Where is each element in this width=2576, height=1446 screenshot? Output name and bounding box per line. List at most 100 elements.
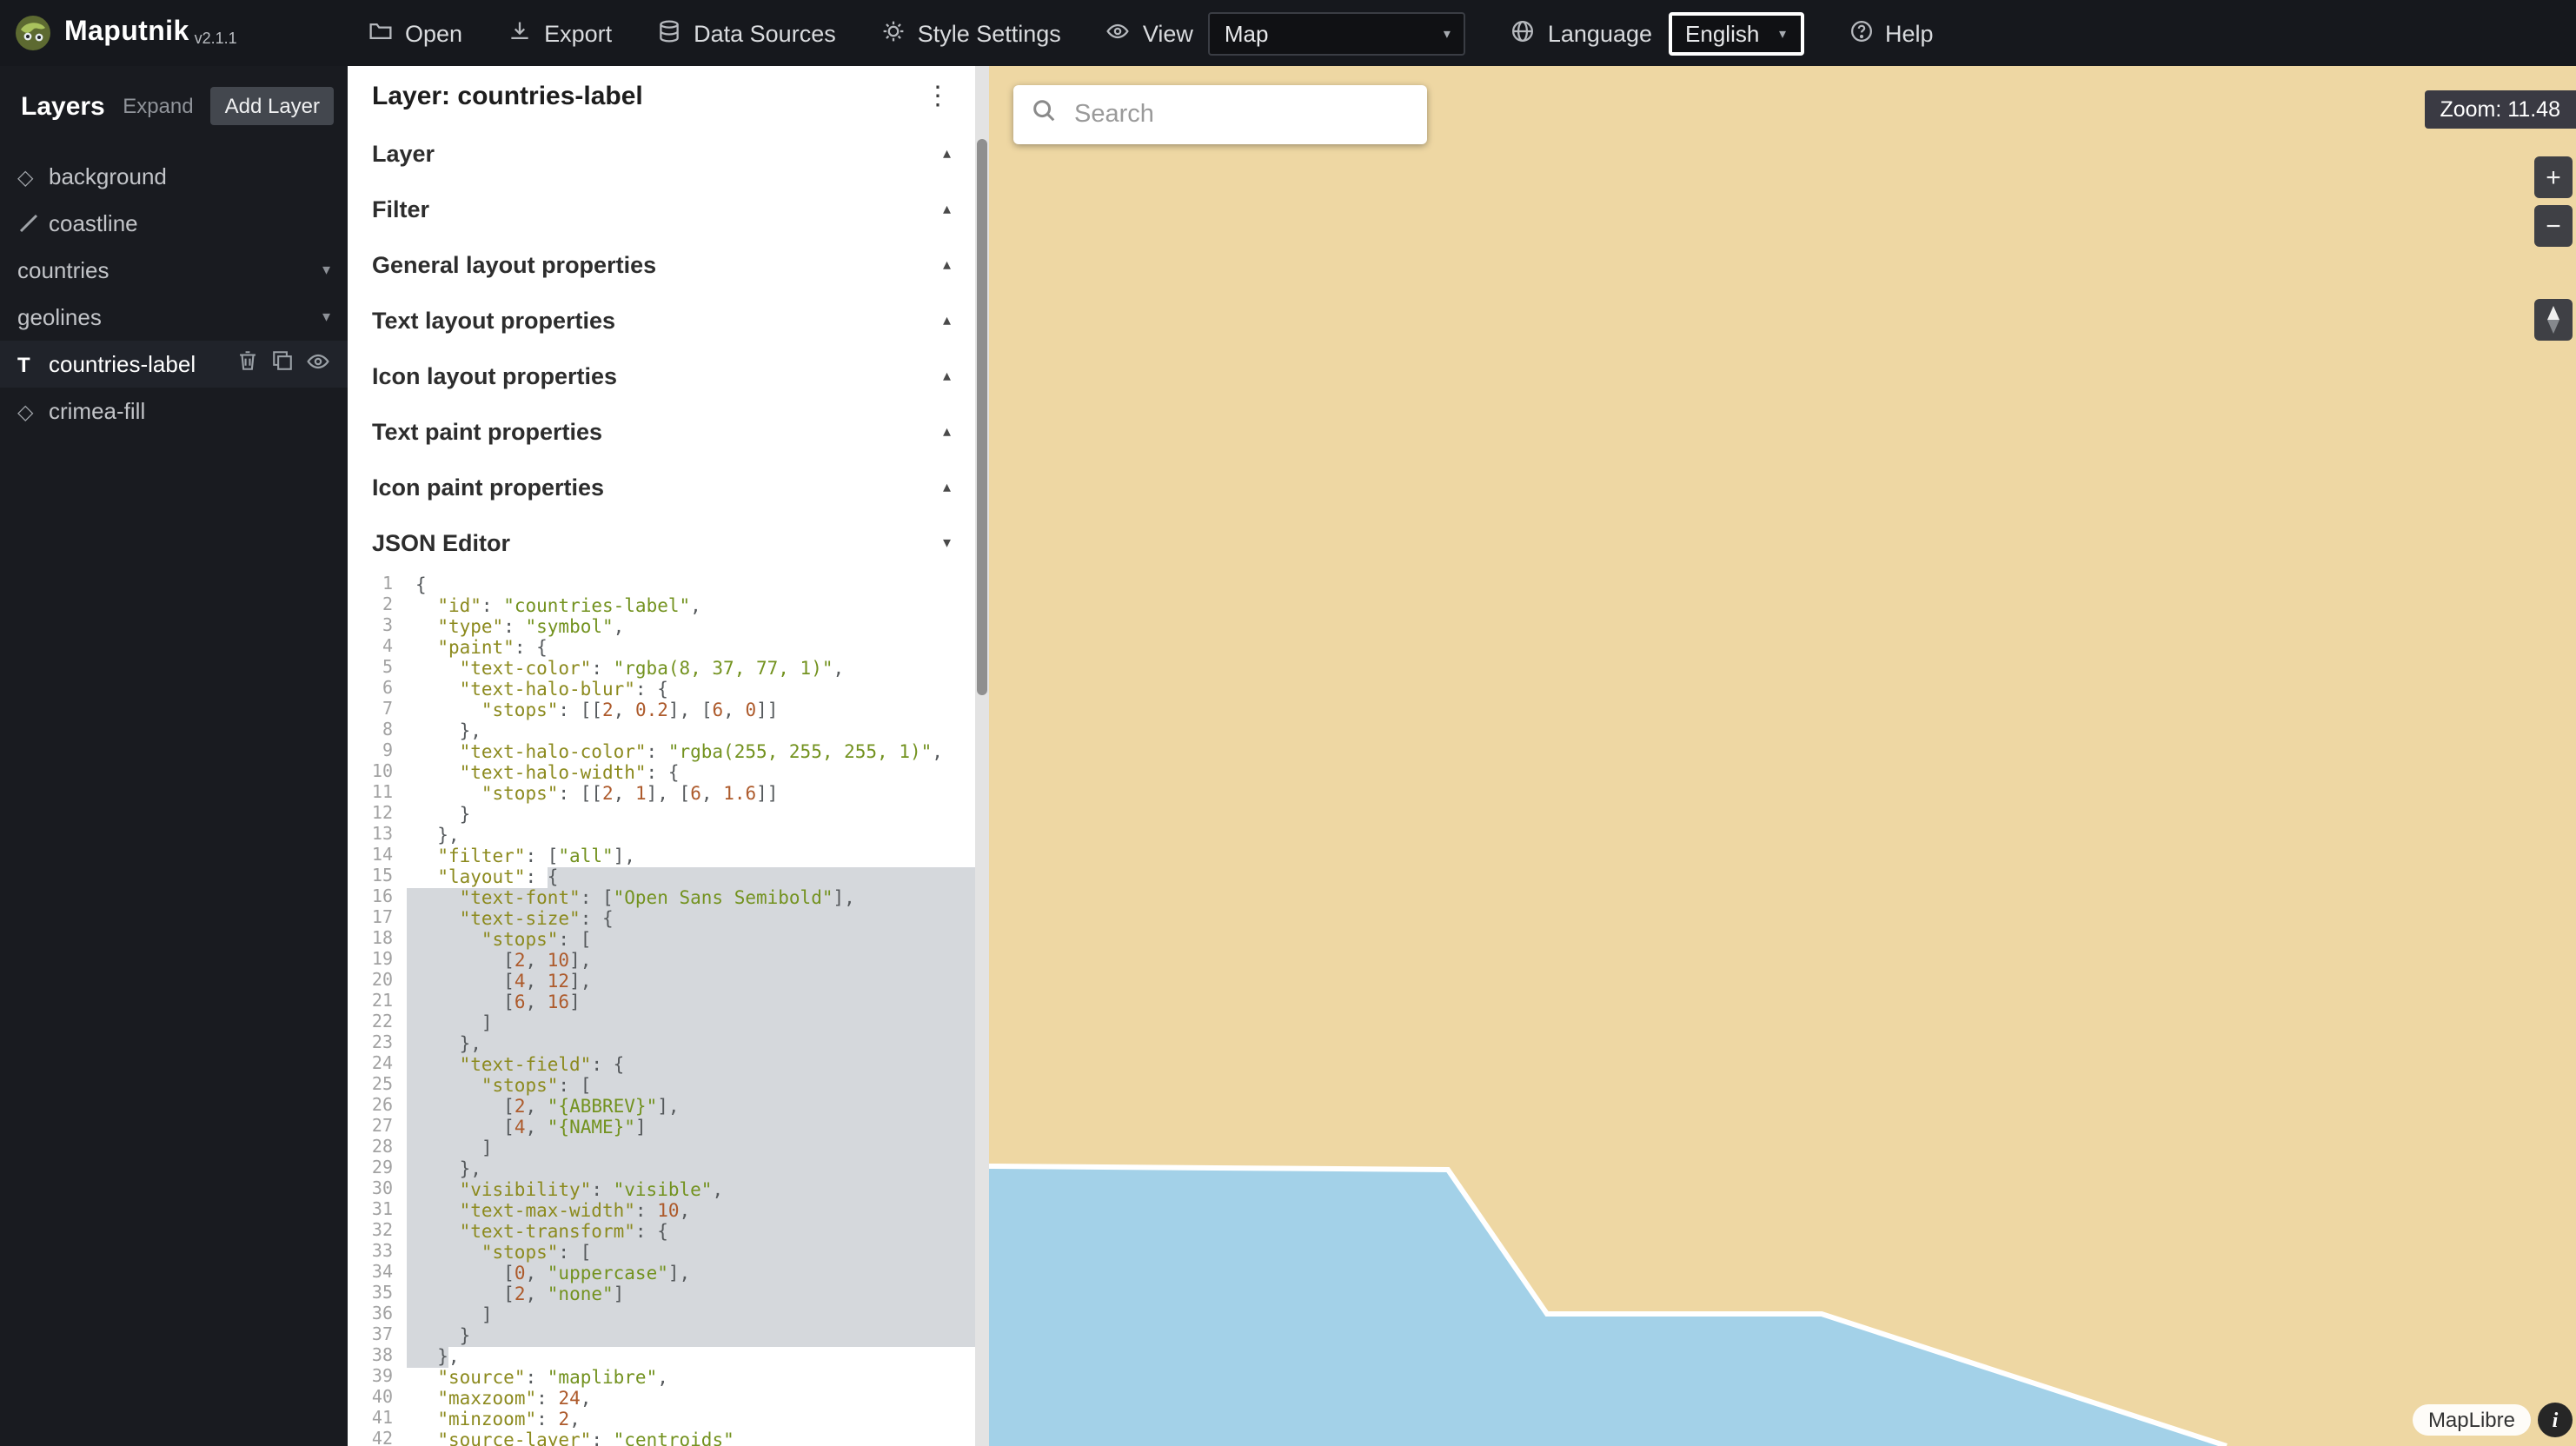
code-line[interactable]: 19 [2, 10], [348, 951, 975, 972]
code-line[interactable]: 6 "text-halo-blur": { [348, 680, 975, 700]
section-text-layout-properties[interactable]: Text layout properties▴ [348, 292, 975, 348]
code-line[interactable]: 32 "text-transform": { [348, 1222, 975, 1243]
layer-options-icon[interactable]: ⋮ [925, 80, 951, 111]
code-line[interactable]: 15 "layout": { [348, 867, 975, 888]
selection-highlight [407, 1013, 975, 1034]
section-icon-paint-properties[interactable]: Icon paint properties▴ [348, 459, 975, 514]
code-line[interactable]: 21 [6, 16] [348, 992, 975, 1013]
duplicate-layer-icon[interactable] [271, 349, 294, 379]
layer-label: background [49, 163, 167, 189]
export-button[interactable]: Export [508, 18, 612, 48]
layer-label: countries [17, 257, 110, 283]
line-number: 25 [348, 1076, 407, 1097]
code-line[interactable]: 5 "text-color": "rgba(8, 37, 77, 1)", [348, 659, 975, 680]
code-line[interactable]: 14 "filter": ["all"], [348, 846, 975, 867]
json-editor[interactable]: 1{2 "id": "countries-label",3 "type": "s… [348, 570, 975, 1446]
section-icon-layout-properties[interactable]: Icon layout properties▴ [348, 348, 975, 403]
code-line[interactable]: 25 "stops": [ [348, 1076, 975, 1097]
code-line[interactable]: 10 "text-halo-width": { [348, 763, 975, 784]
layer-item-background[interactable]: ◇background [0, 153, 348, 200]
code-line[interactable]: 42 "source-layer": "centroids" [348, 1430, 975, 1446]
code-line[interactable]: 23 }, [348, 1034, 975, 1055]
code-line[interactable]: 7 "stops": [[2, 0.2], [6, 0]] [348, 700, 975, 721]
language-select[interactable]: English ▾ [1668, 11, 1803, 55]
line-number: 15 [348, 867, 407, 888]
map-canvas[interactable] [989, 66, 2576, 1446]
toggle-visibility-icon[interactable] [306, 349, 330, 379]
layer-item-countries-label[interactable]: Tcountries-label [0, 341, 348, 388]
line-number: 38 [348, 1347, 407, 1368]
code-line[interactable]: 26 [2, "{ABBREV}"], [348, 1097, 975, 1118]
chevron-down-icon[interactable]: ▾ [322, 308, 330, 327]
help-circle-icon [1849, 18, 1873, 48]
map-attribution[interactable]: MapLibre [2413, 1404, 2531, 1436]
language-button[interactable]: Language [1511, 18, 1652, 48]
compass-button[interactable] [2534, 299, 2573, 341]
line-number: 39 [348, 1368, 407, 1389]
code-line[interactable]: 11 "stops": [[2, 1], [6, 1.6]] [348, 784, 975, 805]
map-view[interactable]: Zoom: 11.48 + − MapLibre i [989, 66, 2576, 1446]
code-line[interactable]: 22 ] [348, 1013, 975, 1034]
code-line[interactable]: 40 "maxzoom": 24, [348, 1389, 975, 1410]
code-line[interactable]: 18 "stops": [ [348, 930, 975, 951]
eye-icon [1106, 18, 1131, 48]
code-line[interactable]: 38 }, [348, 1347, 975, 1368]
section-general-layout-properties[interactable]: General layout properties▴ [348, 236, 975, 292]
code-line[interactable]: 3 "type": "symbol", [348, 617, 975, 638]
zoom-level-badge: Zoom: 11.48 [2424, 90, 2576, 129]
attribution-info-icon[interactable]: i [2538, 1403, 2573, 1437]
code-line[interactable]: 29 }, [348, 1159, 975, 1180]
expand-button[interactable]: Expand [123, 94, 193, 118]
property-sections: Layer▴Filter▴General layout properties▴T… [348, 125, 975, 570]
code-line[interactable]: 12 } [348, 805, 975, 826]
section-text-paint-properties[interactable]: Text paint properties▴ [348, 403, 975, 459]
code-line[interactable]: 2 "id": "countries-label", [348, 596, 975, 617]
code-line[interactable]: 28 ] [348, 1138, 975, 1159]
search-input[interactable] [1071, 99, 1410, 130]
code-line[interactable]: 34 [0, "uppercase"], [348, 1264, 975, 1284]
view-select[interactable]: Map ▾ [1209, 11, 1466, 55]
chevron-up-icon: ▴ [943, 255, 951, 274]
data-sources-button[interactable]: Data Sources [657, 18, 836, 48]
section-json-editor[interactable]: JSON Editor▾ [348, 514, 975, 570]
code-line[interactable]: 8 }, [348, 721, 975, 742]
code-line[interactable]: 41 "minzoom": 2, [348, 1410, 975, 1430]
compass-icon [2539, 304, 2567, 335]
style-settings-button[interactable]: Style Settings [881, 18, 1061, 48]
open-button[interactable]: Open [368, 18, 462, 48]
zoom-out-button[interactable]: − [2534, 205, 2573, 247]
view-group: View Map ▾ [1106, 11, 1466, 55]
code-line[interactable]: 13 }, [348, 826, 975, 846]
code-line[interactable]: 33 "stops": [ [348, 1243, 975, 1264]
code-line[interactable]: 4 "paint": { [348, 638, 975, 659]
code-line[interactable]: 16 "text-font": ["Open Sans Semibold"], [348, 888, 975, 909]
code-line[interactable]: 37 } [348, 1326, 975, 1347]
view-button[interactable]: View [1106, 18, 1193, 48]
chevron-down-icon[interactable]: ▾ [322, 261, 330, 280]
code-line[interactable]: 31 "text-max-width": 10, [348, 1201, 975, 1222]
code-line[interactable]: 36 ] [348, 1305, 975, 1326]
section-layer[interactable]: Layer▴ [348, 125, 975, 181]
code-line[interactable]: 20 [4, 12], [348, 972, 975, 992]
code-line[interactable]: 30 "visibility": "visible", [348, 1180, 975, 1201]
code-line[interactable]: 1{ [348, 575, 975, 596]
panel-scrollbar[interactable] [975, 66, 989, 1446]
layer-item-crimea-fill[interactable]: ◇crimea-fill [0, 388, 348, 434]
chevron-down-icon: ▾ [943, 533, 951, 552]
scrollbar-thumb[interactable] [977, 139, 987, 695]
layer-item-geolines[interactable]: geolines▾ [0, 294, 348, 341]
chevron-down-icon: ▾ [1426, 25, 1451, 41]
layer-item-coastline[interactable]: coastline [0, 200, 348, 247]
code-line[interactable]: 9 "text-halo-color": "rgba(255, 255, 255… [348, 742, 975, 763]
code-line[interactable]: 24 "text-field": { [348, 1055, 975, 1076]
add-layer-button[interactable]: Add Layer [211, 87, 334, 125]
layer-item-countries[interactable]: countries ▾ [0, 247, 348, 294]
code-line[interactable]: 27 [4, "{NAME}"] [348, 1118, 975, 1138]
code-line[interactable]: 39 "source": "maplibre", [348, 1368, 975, 1389]
help-button[interactable]: Help [1849, 18, 1934, 48]
zoom-in-button[interactable]: + [2534, 156, 2573, 198]
code-line[interactable]: 17 "text-size": { [348, 909, 975, 930]
delete-layer-icon[interactable] [236, 349, 259, 379]
code-line[interactable]: 35 [2, "none"] [348, 1284, 975, 1305]
section-filter[interactable]: Filter▴ [348, 181, 975, 236]
